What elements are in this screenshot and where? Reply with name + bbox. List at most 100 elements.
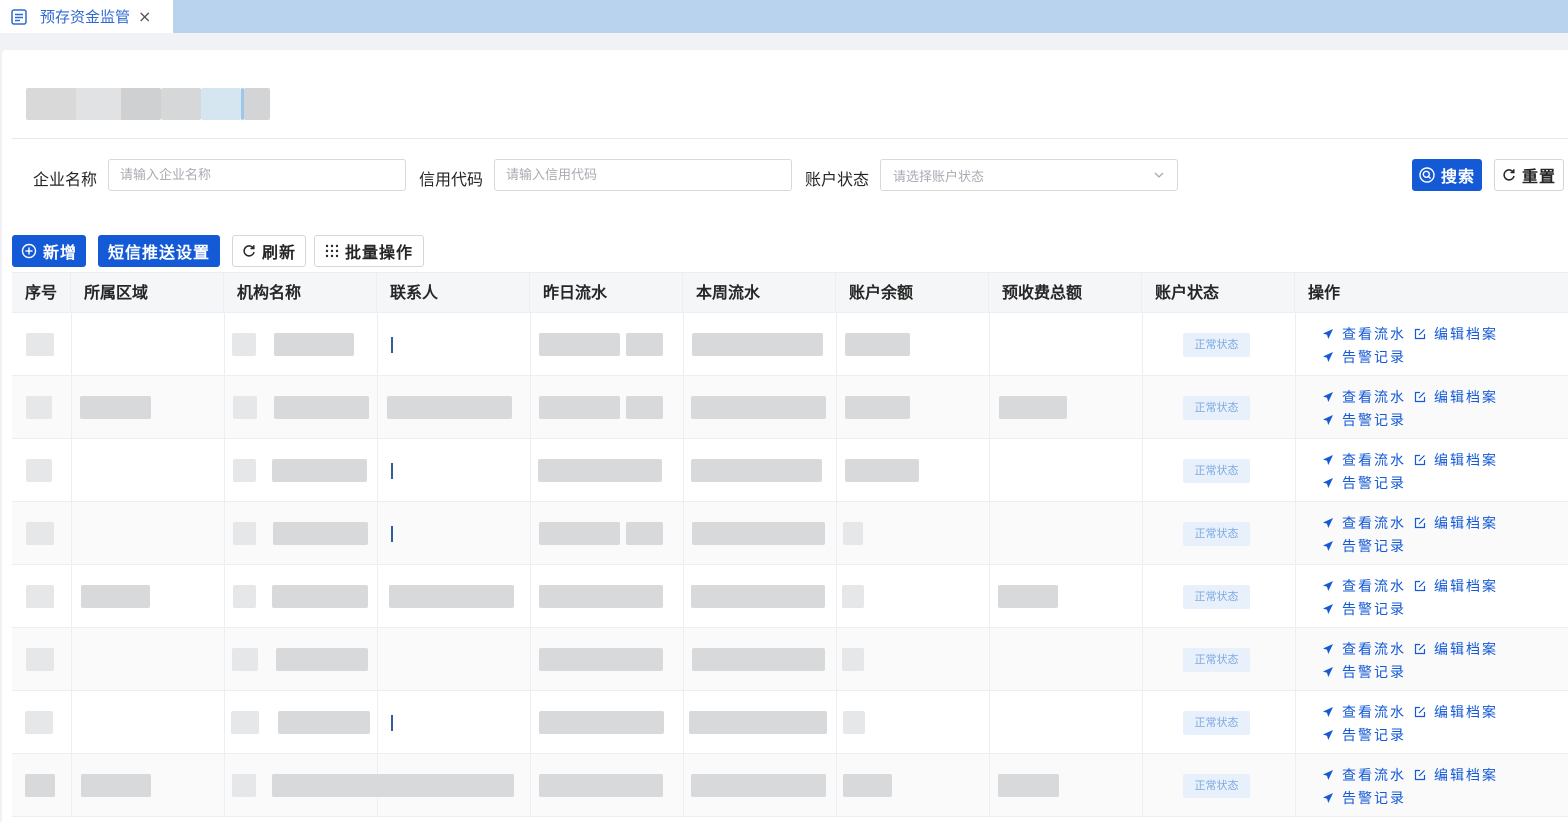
alert-records-link[interactable]: 告警记录: [1322, 473, 1406, 493]
column-divider: [683, 691, 684, 754]
reset-button-label: 重置: [1521, 167, 1556, 186]
view-flow-link[interactable]: 查看流水: [1322, 702, 1406, 722]
edit-icon: [1414, 769, 1426, 781]
column-divider: [377, 565, 378, 628]
redacted-cell: [26, 333, 54, 356]
reset-button[interactable]: 重置: [1494, 159, 1564, 191]
alert-records-link[interactable]: 告警记录: [1322, 725, 1406, 745]
column-divider: [989, 565, 990, 628]
table-header: 序号 所属区域 机构名称 联系人 昨日流水 本周流水 账户余额 预收费总额 账户状态 操作: [12, 272, 1568, 313]
view-flow-label: 查看流水: [1342, 453, 1406, 469]
redacted-cell: [26, 648, 54, 671]
column-divider: [1142, 565, 1143, 628]
refresh-button[interactable]: 刷新: [232, 235, 306, 267]
edit-icon: [1414, 391, 1426, 403]
alert-records-label: 告警记录: [1342, 728, 1406, 744]
alert-records-link[interactable]: 告警记录: [1322, 662, 1406, 682]
refresh-icon: [1502, 168, 1516, 182]
view-flow-label: 查看流水: [1342, 579, 1406, 595]
edit-profile-link[interactable]: 编辑档案: [1414, 639, 1498, 659]
view-flow-label: 查看流水: [1342, 390, 1406, 406]
redacted-cell: [538, 459, 662, 482]
send-icon: [1322, 792, 1334, 804]
edit-profile-link[interactable]: 编辑档案: [1414, 765, 1498, 785]
column-divider: [1142, 502, 1143, 565]
col-contact-header: 联系人: [377, 273, 530, 313]
view-flow-link[interactable]: 查看流水: [1322, 450, 1406, 470]
column-divider: [377, 502, 378, 565]
tab-prepaid-fund-supervision[interactable]: 预存资金监管 ×: [0, 0, 173, 33]
batch-operation-button[interactable]: 批量操作: [314, 235, 424, 267]
add-button[interactable]: 新增: [12, 235, 86, 267]
alert-records-link[interactable]: 告警记录: [1322, 536, 1406, 556]
column-divider: [836, 628, 837, 691]
column-divider: [224, 691, 225, 754]
alert-records-link[interactable]: 告警记录: [1322, 788, 1406, 808]
column-divider: [1142, 439, 1143, 502]
redacted-cell: [25, 711, 53, 734]
redacted-cell: [274, 333, 354, 356]
column-divider: [836, 313, 837, 376]
column-divider: [989, 628, 990, 691]
edit-profile-link[interactable]: 编辑档案: [1414, 387, 1498, 407]
redacted-cell: [232, 774, 256, 797]
view-flow-link[interactable]: 查看流水: [1322, 387, 1406, 407]
alert-records-link[interactable]: 告警记录: [1322, 347, 1406, 367]
col-actions-header: 操作: [1308, 283, 1341, 302]
edit-profile-link[interactable]: 编辑档案: [1414, 702, 1498, 722]
view-flow-link[interactable]: 查看流水: [1322, 513, 1406, 533]
column-divider: [836, 691, 837, 754]
credit-code-input[interactable]: [494, 159, 792, 191]
redacted-cell: [389, 585, 514, 608]
edit-profile-link[interactable]: 编辑档案: [1414, 450, 1498, 470]
redacted-cell: [845, 396, 910, 419]
company-name-input[interactable]: [108, 159, 406, 191]
redacted-cell: [626, 396, 663, 419]
edit-profile-label: 编辑档案: [1434, 390, 1498, 406]
close-icon[interactable]: ×: [138, 7, 151, 26]
redacted-cell: [272, 459, 367, 482]
redacted-cell: [999, 396, 1067, 419]
view-flow-link[interactable]: 查看流水: [1322, 324, 1406, 344]
text-cursor-mark: [391, 526, 393, 542]
search-button[interactable]: 搜索: [1412, 159, 1482, 191]
column-divider: [836, 565, 837, 628]
sms-push-settings-button[interactable]: 短信推送设置: [98, 235, 220, 267]
redacted-cell: [689, 711, 827, 734]
column-divider: [1142, 376, 1143, 439]
alert-records-label: 告警记录: [1342, 350, 1406, 366]
view-flow-link[interactable]: 查看流水: [1322, 639, 1406, 659]
column-divider: [1295, 502, 1296, 565]
send-icon: [1322, 328, 1334, 340]
redacted-cell: [539, 774, 663, 797]
redacted-cell: [233, 522, 256, 545]
edit-profile-link[interactable]: 编辑档案: [1414, 576, 1498, 596]
column-divider: [377, 376, 378, 439]
edit-profile-link[interactable]: 编辑档案: [1414, 513, 1498, 533]
account-status-select[interactable]: 请选择账户状态: [880, 159, 1178, 191]
chevron-down-icon: [1153, 166, 1165, 185]
redacted-cell: [26, 522, 54, 545]
send-icon: [1322, 351, 1334, 363]
column-divider: [530, 502, 531, 565]
column-divider: [1142, 313, 1143, 376]
status-badge: 正常状态: [1183, 585, 1250, 609]
edit-profile-label: 编辑档案: [1434, 453, 1498, 469]
column-divider: [530, 376, 531, 439]
redacted-cell: [272, 585, 368, 608]
edit-icon: [1414, 643, 1426, 655]
view-flow-link[interactable]: 查看流水: [1322, 765, 1406, 785]
edit-profile-link[interactable]: 编辑档案: [1414, 324, 1498, 344]
redacted-cell: [26, 396, 52, 419]
alert-records-link[interactable]: 告警记录: [1322, 410, 1406, 430]
document-icon: [10, 8, 28, 26]
column-divider: [683, 376, 684, 439]
column-divider: [989, 691, 990, 754]
edit-icon: [1414, 328, 1426, 340]
alert-records-link[interactable]: 告警记录: [1322, 599, 1406, 619]
column-divider: [989, 502, 990, 565]
redacted-cell: [387, 396, 512, 419]
send-icon: [1322, 769, 1334, 781]
view-flow-link[interactable]: 查看流水: [1322, 576, 1406, 596]
table-row: 正常状态 查看流水 编辑档案 告警记录: [12, 691, 1568, 754]
